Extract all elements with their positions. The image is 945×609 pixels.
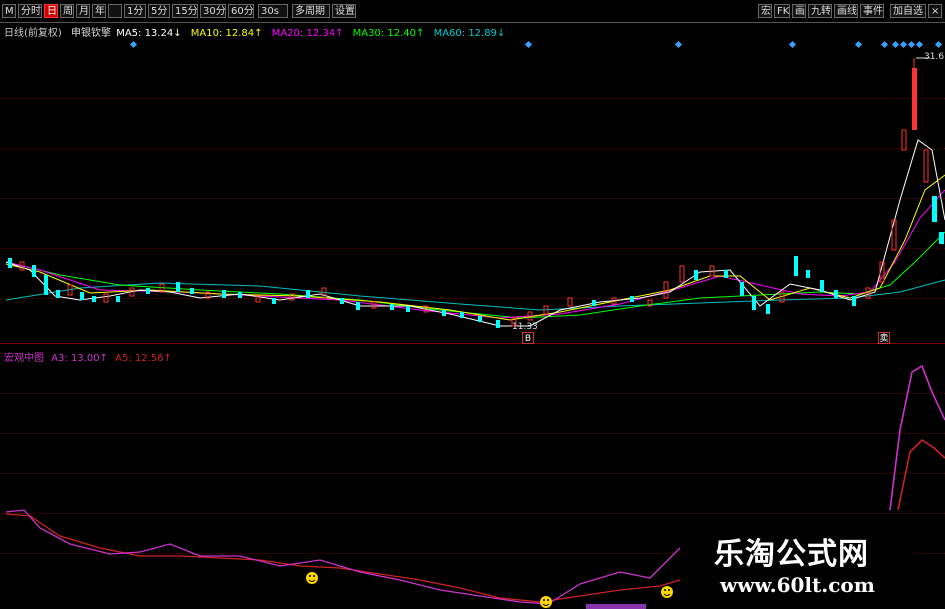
candle — [592, 300, 596, 306]
sell-marker: 卖 — [878, 332, 890, 344]
signal-diamond — [129, 40, 138, 49]
candle — [630, 296, 634, 302]
a5-line-spike — [897, 438, 945, 511]
watermark-title: 乐淘公式网 — [714, 537, 869, 572]
candle — [44, 275, 48, 295]
candle — [32, 265, 36, 277]
candle — [238, 292, 242, 298]
candle — [442, 310, 446, 316]
a5-line — [5, 513, 681, 603]
signal-diamond — [880, 40, 889, 49]
candle — [939, 232, 944, 244]
candle — [56, 290, 60, 298]
candle — [478, 316, 482, 322]
candle — [820, 280, 824, 292]
candle — [176, 282, 180, 292]
a5-label: A5: 12.56↑ — [115, 353, 172, 364]
sub-indicator-name: 宏观中图 — [4, 353, 44, 364]
bottom-bar — [586, 604, 646, 609]
candle — [912, 68, 917, 130]
candle — [272, 298, 276, 304]
candle — [116, 296, 120, 302]
smiley-icon — [306, 572, 318, 584]
candle — [356, 302, 360, 310]
candle — [390, 304, 394, 310]
signal-diamond — [899, 40, 908, 49]
signal-diamond — [524, 40, 533, 49]
candle — [306, 290, 310, 298]
candle — [460, 312, 464, 318]
signal-diamond — [915, 40, 924, 49]
candle — [923, 149, 929, 183]
a3-line-spike — [889, 364, 945, 511]
a3-line — [5, 509, 681, 605]
sub-indicator-bar: 宏观中图 A3: 13.00↑ A5: 12.56↑ — [4, 349, 172, 364]
candle — [852, 296, 856, 306]
signal-diamond — [934, 40, 943, 49]
candle — [806, 270, 810, 278]
high-price-label: 31.6 — [924, 52, 945, 62]
candle — [724, 270, 728, 278]
candle — [371, 301, 377, 309]
signal-diamond — [674, 40, 683, 49]
candle — [766, 304, 770, 314]
signal-diamond — [788, 40, 797, 49]
candle — [92, 296, 96, 302]
watermark-url: www.60lt.com — [720, 573, 875, 597]
smiley-icon — [540, 596, 552, 608]
candle — [740, 282, 744, 296]
signal-diamond — [907, 40, 916, 49]
candle — [932, 196, 937, 222]
candle — [103, 293, 109, 303]
signal-diamond — [854, 40, 863, 49]
signal-diamonds — [129, 40, 943, 49]
candle — [901, 129, 907, 151]
candle — [752, 296, 756, 310]
candle — [794, 256, 798, 276]
ma5-line — [5, 139, 945, 327]
smiley-icon — [661, 586, 673, 598]
signal-diamond — [891, 40, 900, 49]
candle — [406, 306, 410, 312]
candle — [146, 288, 150, 294]
ma20-line — [5, 189, 945, 319]
candle — [8, 258, 12, 268]
candle — [496, 320, 500, 328]
ma10-line — [5, 174, 945, 321]
candle — [891, 219, 897, 251]
ma60-line — [5, 279, 945, 311]
candles — [8, 58, 944, 328]
candle — [80, 292, 84, 300]
chart-canvas — [5, 40, 945, 609]
a3-label: A3: 13.00↑ — [51, 353, 108, 364]
candle — [190, 288, 194, 294]
candle — [663, 281, 669, 299]
candle — [694, 270, 698, 280]
candle — [679, 265, 685, 283]
candle — [340, 298, 344, 304]
candle — [222, 290, 226, 298]
candle — [567, 297, 573, 307]
buy-marker: B — [522, 332, 534, 344]
candle — [834, 290, 838, 298]
watermark: 乐淘公式网 www.60lt.com — [684, 523, 914, 605]
low-price-label: 11.33 — [512, 322, 538, 332]
